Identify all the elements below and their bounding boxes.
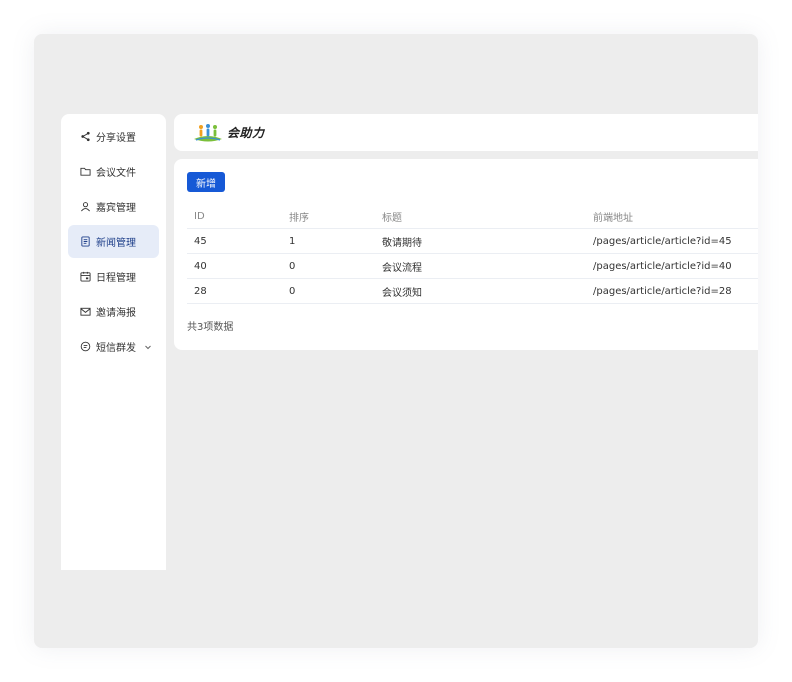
mail-icon bbox=[80, 306, 91, 317]
sidebar-item-label: 新闻管理 bbox=[96, 238, 136, 249]
cell-url: /pages/article/article?id=40 bbox=[593, 260, 732, 272]
sidebar-item-label: 分享设置 bbox=[96, 133, 136, 144]
user-icon bbox=[80, 201, 91, 212]
folder-icon bbox=[80, 166, 91, 177]
logo-text: 会助力 bbox=[227, 126, 265, 140]
cell-id: 45 bbox=[194, 235, 207, 247]
sidebar-item-label: 邀请海报 bbox=[96, 308, 136, 319]
app-frame: 分享设置 会议文件 嘉宾管理 新闻管理 日程管理 邀请海报 短信群发 会助力 新… bbox=[34, 34, 758, 648]
column-header-title: 标题 bbox=[382, 213, 402, 224]
sidebar-item-label: 短信群发 bbox=[96, 343, 136, 354]
sidebar-item-label: 会议文件 bbox=[96, 168, 136, 179]
sidebar-item-guests[interactable]: 嘉宾管理 bbox=[68, 190, 159, 223]
news-panel: 新增 ID 排序 标题 前端地址 45 1 敬请期待 /pages/articl… bbox=[174, 159, 758, 350]
sidebar-item-share-settings[interactable]: 分享设置 bbox=[68, 120, 159, 153]
chevron-down-icon[interactable] bbox=[144, 343, 152, 351]
cell-title: 会议须知 bbox=[382, 287, 422, 299]
sidebar-item-label: 日程管理 bbox=[96, 273, 136, 284]
calendar-icon bbox=[80, 271, 91, 282]
sidebar-item-sms-broadcast[interactable]: 短信群发 bbox=[68, 330, 159, 363]
cell-id: 28 bbox=[194, 285, 207, 297]
sidebar-item-news[interactable]: 新闻管理 bbox=[68, 225, 159, 258]
message-icon bbox=[80, 341, 91, 352]
header-bar: 会助力 bbox=[174, 114, 758, 151]
sidebar-item-meeting-files[interactable]: 会议文件 bbox=[68, 155, 159, 188]
logo[interactable]: 会助力 bbox=[192, 122, 265, 144]
share-icon bbox=[80, 131, 91, 142]
column-header-url: 前端地址 bbox=[593, 213, 633, 224]
cell-id: 40 bbox=[194, 260, 207, 272]
table-row[interactable]: 40 0 会议流程 /pages/article/article?id=40 bbox=[187, 254, 758, 279]
column-header-sort: 排序 bbox=[289, 213, 309, 224]
cell-title: 敬请期待 bbox=[382, 237, 422, 249]
sidebar: 分享设置 会议文件 嘉宾管理 新闻管理 日程管理 邀请海报 短信群发 bbox=[61, 114, 166, 570]
news-icon bbox=[80, 236, 91, 247]
sidebar-item-invite-poster[interactable]: 邀请海报 bbox=[68, 295, 159, 328]
record-count: 共3项数据 bbox=[187, 322, 234, 333]
sidebar-item-schedule[interactable]: 日程管理 bbox=[68, 260, 159, 293]
cell-title: 会议流程 bbox=[382, 262, 422, 274]
logo-mark-icon bbox=[194, 123, 222, 141]
table-row[interactable]: 45 1 敬请期待 /pages/article/article?id=45 bbox=[187, 229, 758, 254]
add-button[interactable]: 新增 bbox=[187, 172, 225, 192]
table-row[interactable]: 28 0 会议须知 /pages/article/article?id=28 bbox=[187, 279, 758, 304]
column-header-id: ID bbox=[194, 211, 205, 222]
cell-url: /pages/article/article?id=45 bbox=[593, 235, 732, 247]
cell-sort: 1 bbox=[289, 235, 296, 247]
cell-sort: 0 bbox=[289, 285, 296, 297]
cell-sort: 0 bbox=[289, 260, 296, 272]
sidebar-item-label: 嘉宾管理 bbox=[96, 203, 136, 214]
table-header: ID 排序 标题 前端地址 bbox=[187, 205, 758, 229]
cell-url: /pages/article/article?id=28 bbox=[593, 285, 732, 297]
news-table: ID 排序 标题 前端地址 45 1 敬请期待 /pages/article/a… bbox=[187, 205, 758, 304]
